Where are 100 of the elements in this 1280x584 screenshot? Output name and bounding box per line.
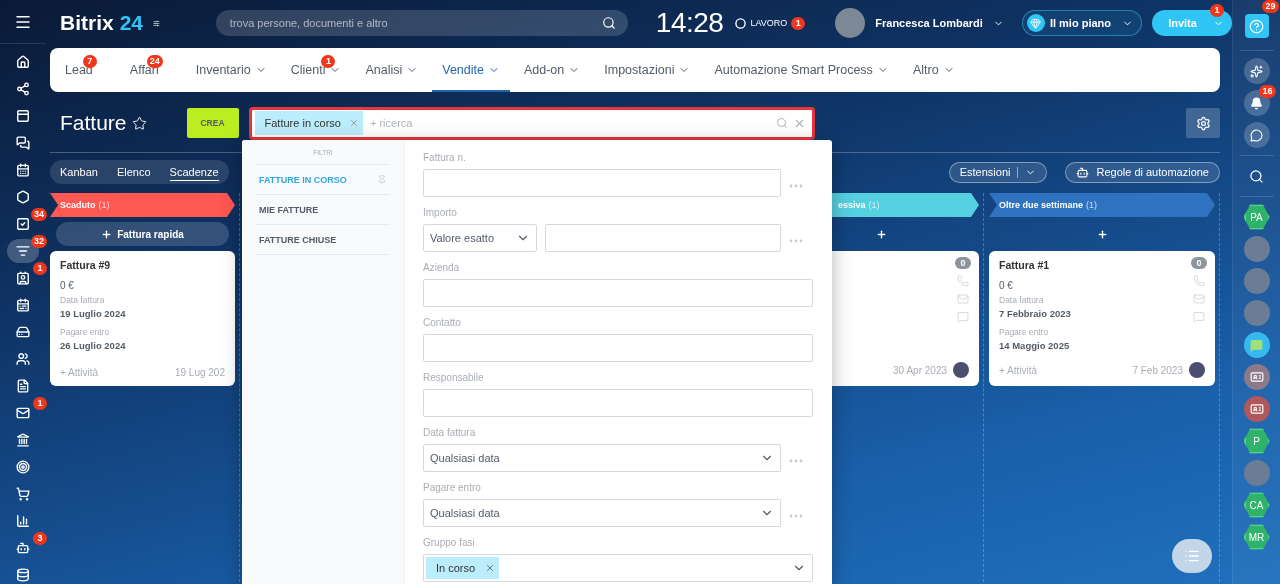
card-amount: 0 € <box>999 280 1013 291</box>
contact-avatar[interactable] <box>1243 364 1270 390</box>
card-amount: 0 € <box>60 280 74 291</box>
field-value: 26 Luglio 2024 <box>60 340 126 351</box>
settings-icon <box>1195 115 1211 131</box>
create-button[interactable]: CREA <box>186 108 239 138</box>
avatar <box>835 8 866 38</box>
input-field[interactable] <box>423 389 813 417</box>
people-icon <box>16 352 30 366</box>
plan-button[interactable]: Il mio piano <box>1021 10 1142 36</box>
help-icon <box>1249 18 1264 34</box>
dropdown[interactable]: Qualsiasi data <box>423 499 781 527</box>
nav-tab[interactable]: Affari 24 <box>119 48 169 92</box>
cart-icon <box>16 487 30 501</box>
field-label: Importo <box>423 207 458 219</box>
checkbox-icon <box>16 217 30 231</box>
bar-chart-icon <box>16 514 30 528</box>
help-button[interactable] <box>1244 14 1269 38</box>
card-date: 19 Lug 202 <box>174 367 225 378</box>
nav-tab[interactable]: Inventario <box>185 48 277 92</box>
invoice-card[interactable]: Fattura #9 0 € Data fattura 19 Luglio 2024 Pagare entro 26 Luglio 2024 + Attività 19 Lug 202 <box>50 251 235 386</box>
extensions-button[interactable]: Estensioni <box>948 161 1048 183</box>
chat-icon <box>16 136 30 150</box>
plus-icon <box>1096 228 1108 240</box>
work-status-button[interactable]: LAVORO 1 <box>735 17 806 29</box>
counter-badge: 3 <box>33 532 47 545</box>
counter-badge: 34 <box>31 208 47 221</box>
view-tab[interactable]: Scadenze <box>169 163 219 181</box>
chat-avatar[interactable] <box>1243 332 1270 358</box>
search-icon <box>601 16 616 30</box>
filter-preset[interactable]: FATTURE CHIUSE <box>256 225 390 255</box>
field-label: Azienda <box>423 262 461 274</box>
column-count: (1) <box>868 200 880 210</box>
nav-tab[interactable]: Vendite <box>432 48 510 92</box>
mail-icon <box>16 406 30 420</box>
view-tab[interactable]: Kanban <box>60 163 98 181</box>
input-field[interactable] <box>423 334 813 362</box>
hexagon-icon <box>16 190 30 204</box>
dropdown[interactable]: Valore esatto <box>423 224 537 252</box>
field-label: Data fattura <box>999 295 1044 305</box>
nav-tab[interactable]: Analisi <box>355 48 429 92</box>
contact-avatar[interactable] <box>1243 396 1270 422</box>
user-menu[interactable]: Francesca Lombardi <box>835 8 1004 38</box>
filter-search-field[interactable]: Fatture in corso + ricerca <box>248 106 815 140</box>
calendar-icon <box>16 163 30 177</box>
nav-tab[interactable]: Add-on <box>513 48 591 92</box>
contact-card-icon <box>1249 370 1264 384</box>
search-icon <box>1249 168 1264 184</box>
notifications-button[interactable] <box>1243 90 1270 116</box>
add-button[interactable]: Fattura rapida <box>56 222 229 246</box>
nav-tab[interactable]: Altro <box>902 48 965 92</box>
counter-badge: 24 <box>146 55 163 68</box>
nav-tab[interactable]: Clienti 1 <box>280 48 352 92</box>
settings-button[interactable] <box>1186 108 1220 138</box>
column-count: (1) <box>1086 200 1098 210</box>
record-icon <box>735 17 747 29</box>
filter-preset[interactable]: MIE FATTURE <box>256 195 390 225</box>
nav-tab[interactable]: Impostazioni <box>594 48 701 92</box>
funnel-icon <box>16 244 30 258</box>
automation-rules-button[interactable]: Regole di automazione <box>1065 161 1220 183</box>
drive-icon <box>16 325 30 339</box>
counter-badge: 7 <box>82 55 97 68</box>
column-title: Oltre due settimane <box>999 200 1084 210</box>
field-label: Pagare entro <box>60 327 110 337</box>
sparkle-icon <box>1250 64 1263 78</box>
window-icon <box>16 109 30 123</box>
input-field[interactable] <box>423 279 813 307</box>
avatar <box>953 362 969 378</box>
counter-badge: 1 <box>1210 4 1224 17</box>
field-label: Gruppo fasi <box>423 537 476 549</box>
star-icon[interactable] <box>131 115 147 131</box>
column-title: essiva <box>838 200 866 210</box>
multi-select-field[interactable]: In corso <box>423 554 813 582</box>
more-icon <box>789 514 803 518</box>
list-button[interactable] <box>1172 539 1212 573</box>
logo: 24 <box>119 11 144 35</box>
message-icon <box>1250 338 1263 352</box>
column-count: (1) <box>98 200 110 210</box>
dropdown[interactable]: Qualsiasi data <box>423 444 781 472</box>
plus-icon <box>876 228 887 240</box>
field-label: Fattura n. <box>423 152 467 164</box>
robot-icon <box>16 541 30 555</box>
nav-tab[interactable]: Automazione Smart Process <box>704 48 899 92</box>
field-label: Data fattura <box>423 427 477 439</box>
page-title: Fatture <box>60 111 127 135</box>
input-field[interactable] <box>545 224 781 252</box>
input-field[interactable] <box>423 169 781 197</box>
avatar <box>1189 362 1205 378</box>
sidebar-button[interactable] <box>1243 58 1270 84</box>
counter-badge: 32 <box>31 235 47 248</box>
database-icon <box>16 568 30 582</box>
column-title: Scaduto <box>60 200 96 210</box>
chat-button[interactable] <box>1243 122 1270 148</box>
card-date: 30 Apr 2023 <box>893 364 947 376</box>
document-icon <box>16 379 30 393</box>
close-icon[interactable] <box>485 563 496 573</box>
more-icon <box>789 239 803 243</box>
view-tab[interactable]: Elenco <box>116 163 151 181</box>
counter-badge: 29 <box>1262 0 1279 13</box>
card-date: 7 Feb 2023 <box>1132 364 1183 376</box>
